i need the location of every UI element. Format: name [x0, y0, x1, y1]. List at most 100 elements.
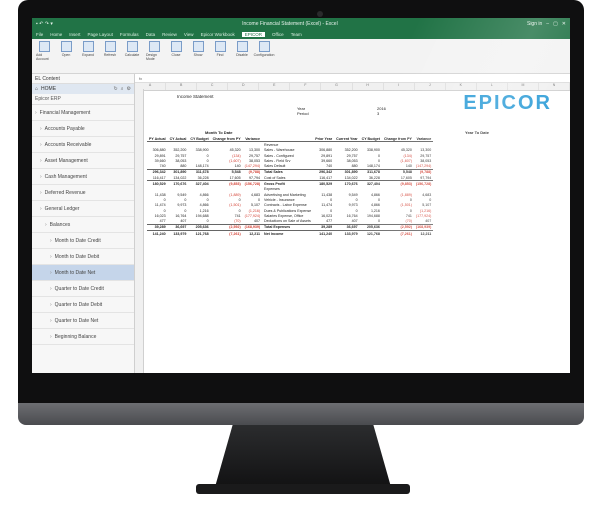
ribbon-button-configuration[interactable]: Configuration [254, 41, 274, 57]
tab-view[interactable]: View [184, 32, 194, 37]
quick-access-toolbar[interactable]: ▪ ↶ ↷ ▾ [36, 21, 53, 27]
worksheet[interactable]: fx ABCDEFGHIJKLMN Income Statement EPICO… [135, 74, 570, 373]
sidebar-item[interactable]: › Accounts Payable [32, 121, 134, 137]
value-cell[interactable]: (177,924) [414, 213, 433, 218]
income-statement-table: PY Actual CY Actual CY Budget Change from P… [147, 136, 434, 237]
expand-chevron-icon[interactable]: › [50, 302, 52, 308]
ribbon-button-add-account[interactable]: Add Account [36, 41, 52, 61]
value-cell[interactable]: (156,728) [242, 180, 263, 187]
expand-chevron-icon[interactable]: › [40, 158, 42, 164]
tab-page-layout[interactable]: Page Layout [88, 32, 113, 37]
column-header[interactable]: M [508, 83, 540, 90]
expand-chevron-icon[interactable]: › [50, 286, 52, 292]
sidebar-item[interactable]: › Cash Management [32, 169, 134, 185]
row-label[interactable]: Contracts - Labor Expense [262, 203, 313, 208]
tab-formulas[interactable]: Formulas [120, 32, 139, 37]
sidebar-item[interactable]: › Balances [32, 217, 134, 233]
expand-chevron-icon[interactable]: › [50, 254, 52, 260]
ribbon-button-close[interactable]: Close [168, 41, 184, 57]
tab-office[interactable]: Office [272, 32, 284, 37]
expand-chevron-icon[interactable]: › [40, 142, 42, 148]
signin-link[interactable]: Sign in [527, 21, 542, 27]
sidebar-item[interactable]: › Accounts Receivable [32, 137, 134, 153]
tab-insert[interactable]: Insert [69, 32, 80, 37]
column-header[interactable]: I [384, 83, 415, 90]
column-header[interactable]: K [446, 83, 477, 90]
expand-chevron-icon[interactable]: › [40, 206, 42, 212]
ribbon-button-refresh[interactable]: Refresh [102, 41, 118, 57]
expand-chevron-icon[interactable]: › [40, 126, 42, 132]
value-cell[interactable]: 12,211 [413, 230, 434, 237]
period-value[interactable]: 3 [377, 111, 379, 116]
expand-chevron-icon[interactable]: › [40, 174, 42, 180]
expand-chevron-icon[interactable]: › [50, 238, 52, 244]
minimize-button[interactable]: – [546, 21, 549, 27]
row-label[interactable]: Dues & Publications Expense [262, 208, 313, 213]
column-header[interactable]: L [477, 83, 508, 90]
column-header[interactable]: G [321, 83, 353, 90]
sidebar-item[interactable]: › Asset Management [32, 153, 134, 169]
tab-home[interactable]: Home [50, 32, 62, 37]
value-cell[interactable]: 133,979 [334, 230, 360, 237]
expand-chevron-icon[interactable]: › [50, 270, 52, 276]
value-cell[interactable]: 12,211 [242, 230, 263, 237]
settings-icon[interactable]: ⚙ [127, 86, 131, 92]
ribbon-button-open[interactable]: Open [58, 41, 74, 57]
value-cell[interactable]: (177,924) [243, 213, 262, 218]
value-cell[interactable]: 133,979 [167, 230, 189, 237]
sidebar-item[interactable]: › General Ledger [32, 201, 134, 217]
row-label[interactable]: Advertising and Marketing [262, 192, 313, 197]
ribbon-button-show[interactable]: Show [190, 41, 206, 57]
expand-chevron-icon[interactable]: › [35, 110, 37, 116]
tab-review[interactable]: Review [162, 32, 177, 37]
search-icon[interactable]: ⌕ [121, 86, 124, 92]
value-cell[interactable]: (7,261) [381, 230, 414, 237]
column-header[interactable]: E [259, 83, 291, 90]
column-header[interactable]: F [290, 83, 322, 90]
column-header[interactable]: H [353, 83, 384, 90]
tab-file[interactable]: File [36, 32, 43, 37]
ribbon-button-expand[interactable]: Expand [80, 41, 96, 57]
expand-chevron-icon[interactable]: › [50, 318, 52, 324]
tab-team[interactable]: Team [291, 32, 302, 37]
value-cell[interactable]: (7,261) [210, 230, 243, 237]
tab-epicor-workbook[interactable]: Epicor Workbook [201, 32, 235, 37]
value-cell[interactable]: (156,728) [413, 180, 434, 187]
column-header[interactable]: B [166, 83, 198, 90]
sidebar-item-label: Financial Management [39, 109, 91, 116]
maximize-button[interactable]: ▢ [553, 21, 558, 27]
sidebar-item[interactable]: › Beginning Balance [32, 329, 134, 345]
company-selector[interactable]: Epicor ERP [32, 94, 134, 105]
sidebar-item[interactable]: › Month to Date Net [32, 265, 134, 281]
sidebar-item[interactable]: › Month to Date Credit [32, 233, 134, 249]
value-cell[interactable]: 141,240 [313, 230, 335, 237]
refresh-icon[interactable]: ↻ [114, 86, 118, 92]
close-button[interactable]: ✕ [562, 21, 566, 27]
sidebar-item[interactable]: › Deferred Revenue [32, 185, 134, 201]
expand-chevron-icon[interactable]: › [40, 190, 42, 196]
sidebar-item[interactable]: › Quarter to Date Credit [32, 281, 134, 297]
value-cell[interactable]: 141,240 [147, 230, 168, 237]
sidebar-item[interactable]: › Month to Date Debit [32, 249, 134, 265]
home-icon[interactable]: ⌂ [35, 86, 38, 92]
sidebar-item[interactable]: › Financial Management [32, 105, 134, 121]
row-label[interactable]: Net Income [262, 230, 314, 237]
ribbon-button-disable[interactable]: Disable [234, 41, 250, 57]
tab-data[interactable]: Data [146, 32, 156, 37]
column-header[interactable]: D [228, 83, 260, 90]
home-link[interactable]: HOME [41, 86, 56, 92]
tab-epicor[interactable]: EPICOR [241, 32, 266, 37]
value-cell[interactable]: 121,768 [188, 230, 211, 237]
sidebar-item[interactable]: › Quarter to Date Debit [32, 297, 134, 313]
expand-chevron-icon[interactable]: › [50, 334, 52, 340]
sidebar-item[interactable]: › Quarter to Date Net [32, 313, 134, 329]
ribbon-button-find[interactable]: Find [212, 41, 228, 57]
ribbon-button-calculate[interactable]: Calculate [124, 41, 140, 57]
column-header[interactable]: N [539, 83, 570, 90]
value-cell[interactable]: 121,768 [359, 230, 382, 237]
formula-bar[interactable]: fx [135, 74, 570, 83]
expand-chevron-icon[interactable]: › [45, 222, 47, 228]
column-header[interactable]: J [415, 83, 446, 90]
column-header[interactable]: C [197, 83, 229, 90]
ribbon-button-design-mode[interactable]: Design Mode [146, 41, 162, 61]
